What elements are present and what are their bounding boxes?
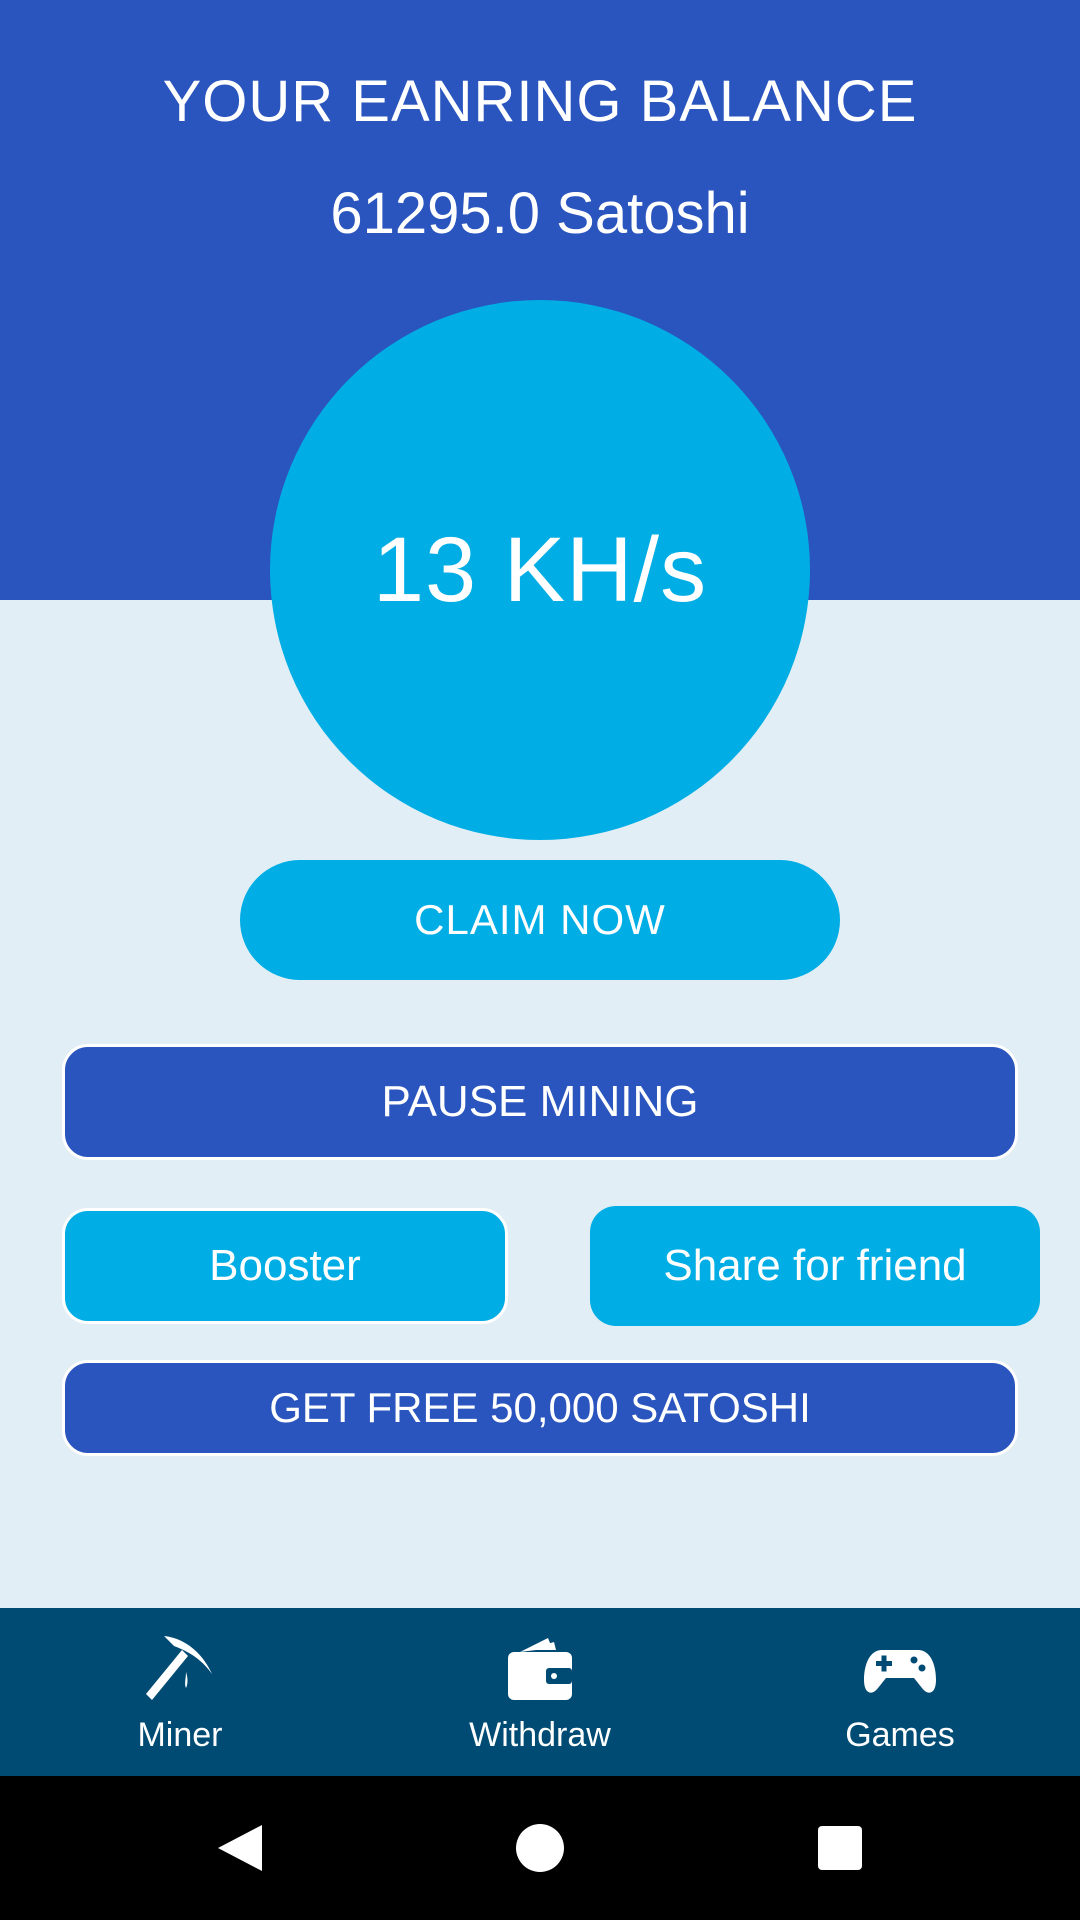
get-free-satoshi-button[interactable]: GET FREE 50,000 SATOSHI xyxy=(62,1360,1018,1456)
booster-button[interactable]: Booster xyxy=(62,1208,508,1324)
balance-value: 61295.0 Satoshi xyxy=(330,181,750,246)
nav-item-withdraw[interactable]: Withdraw xyxy=(410,1630,670,1755)
nav-item-games[interactable]: Games xyxy=(770,1630,1030,1755)
nav-label-miner: Miner xyxy=(137,1715,223,1754)
balance-title: YOUR EANRING BALANCE xyxy=(162,69,918,134)
home-icon[interactable] xyxy=(516,1824,564,1872)
bottom-navigation: Miner Withdraw Games xyxy=(0,1608,1080,1776)
hash-rate-text: 13 KH/s xyxy=(372,518,708,621)
nav-label-games: Games xyxy=(845,1715,955,1754)
share-for-friend-button[interactable]: Share for friend xyxy=(590,1206,1040,1326)
claim-now-button[interactable]: CLAIM NOW xyxy=(240,860,840,980)
back-icon[interactable] xyxy=(216,1823,264,1873)
nav-item-miner[interactable]: Miner xyxy=(50,1630,310,1755)
pickaxe-icon xyxy=(146,1635,212,1700)
wallet-icon xyxy=(508,1637,572,1700)
recent-apps-icon[interactable] xyxy=(818,1826,862,1870)
gamepad-icon xyxy=(864,1649,936,1693)
hash-rate-circle: 13 KH/s xyxy=(270,300,810,840)
pause-mining-button[interactable]: PAUSE MINING xyxy=(62,1044,1018,1160)
nav-label-withdraw: Withdraw xyxy=(469,1715,611,1754)
